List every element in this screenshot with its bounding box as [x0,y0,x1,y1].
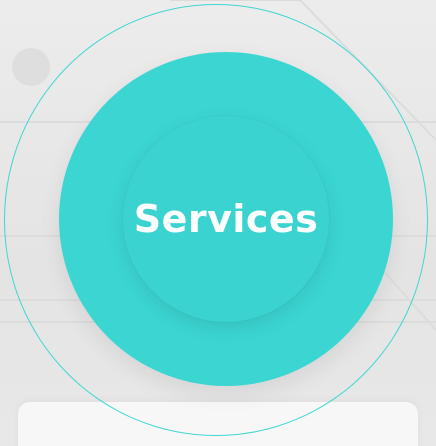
background-circle [12,48,50,86]
page: Services [0,0,436,446]
services-circle[interactable]: Services [59,52,393,386]
services-label: Services [133,197,319,241]
services-button[interactable]: Services [123,116,329,322]
